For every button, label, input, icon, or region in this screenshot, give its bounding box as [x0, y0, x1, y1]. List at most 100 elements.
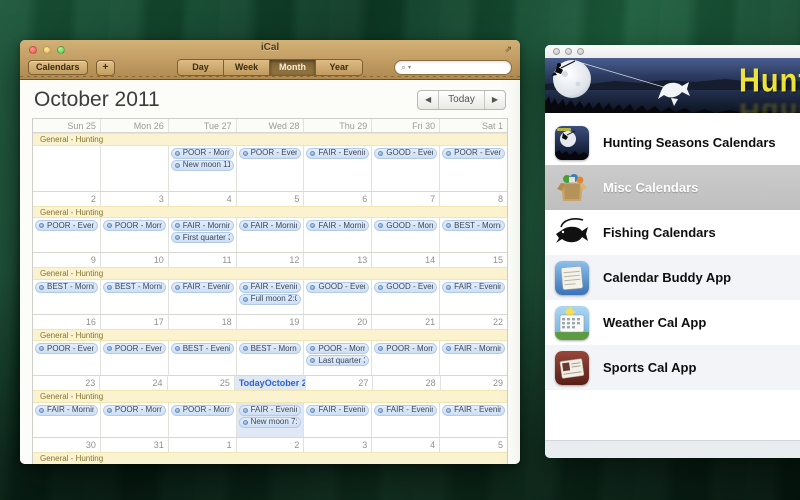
day-cell[interactable]: FAIR - Evening	[440, 280, 507, 314]
event-pill[interactable]: BEST - Evening	[171, 343, 234, 354]
day-cell[interactable]: POOR - Morning	[101, 218, 169, 252]
next-month-button[interactable]: ▶	[485, 91, 505, 109]
day-cell[interactable]: POOR - Evening	[33, 341, 101, 375]
event-pill[interactable]: POOR - Evening	[35, 343, 98, 354]
event-pill[interactable]: POOR - Morning	[171, 148, 234, 159]
date-number[interactable]: 10	[101, 253, 169, 267]
event-pill[interactable]: FAIR - Evening	[306, 148, 369, 159]
event-pill[interactable]: New moon 11:09am	[171, 160, 234, 171]
event-pill[interactable]: FAIR - Evening	[239, 282, 302, 293]
date-number[interactable]: 11	[169, 253, 237, 267]
day-cell[interactable]: FAIR - Evening	[372, 403, 440, 437]
day-cell[interactable]: FAIR - Evening	[304, 403, 372, 437]
date-number[interactable]: 22	[440, 315, 507, 329]
allday-event-banner[interactable]: General - Hunting	[33, 267, 507, 280]
day-cell[interactable]: POOR - Evening	[440, 146, 507, 191]
list-item-hunting-seasons[interactable]: Hunting Seasons Calendars	[545, 120, 800, 165]
event-pill[interactable]: POOR - Morning	[103, 220, 166, 231]
fullscreen-icon[interactable]: ⇗	[504, 44, 512, 55]
day-cell[interactable]: FAIR - Evening	[169, 280, 237, 314]
tab-year[interactable]: Year	[316, 60, 362, 75]
event-pill[interactable]: BEST - Morning	[442, 220, 505, 231]
event-pill[interactable]: GOOD - Evening	[306, 282, 369, 293]
date-number[interactable]: 7	[372, 192, 440, 206]
day-cell[interactable]: BEST - Evening	[169, 341, 237, 375]
date-number[interactable]: 2	[237, 438, 305, 452]
zoom-button[interactable]	[57, 46, 65, 54]
date-number[interactable]: 2	[33, 192, 101, 206]
today-button[interactable]: Today	[439, 91, 485, 109]
date-number[interactable]: 9	[33, 253, 101, 267]
day-cell[interactable]: GOOD - Morning	[372, 218, 440, 252]
allday-event-banner[interactable]: General - Hunting	[33, 133, 507, 146]
date-number[interactable]: 16	[33, 315, 101, 329]
today-date-label[interactable]: TodayOctober 26	[235, 376, 306, 390]
event-pill[interactable]: FAIR - Morning	[442, 343, 505, 354]
day-cell[interactable]: POOR - Evening	[33, 218, 101, 252]
close-button[interactable]	[29, 46, 37, 54]
event-pill[interactable]: POOR - Evening	[103, 343, 166, 354]
minimize-button[interactable]	[43, 46, 51, 54]
event-pill[interactable]: FAIR - Evening	[442, 405, 505, 416]
calendars-button[interactable]: Calendars	[28, 60, 88, 75]
event-pill[interactable]: FAIR - Evening	[374, 405, 437, 416]
date-number[interactable]: 4	[372, 438, 440, 452]
day-cell[interactable]: GOOD - Evening	[372, 280, 440, 314]
tab-week[interactable]: Week	[224, 60, 270, 75]
day-cell[interactable]: BEST - Morning	[237, 341, 305, 375]
date-number[interactable]: 12	[237, 253, 305, 267]
event-pill[interactable]: Full moon 2:06am	[239, 294, 302, 305]
event-pill[interactable]: FAIR - Morning	[171, 220, 234, 231]
date-number[interactable]: 19	[237, 315, 305, 329]
event-pill[interactable]: FAIR - Evening	[306, 405, 369, 416]
zoom-button-inactive[interactable]	[577, 48, 584, 55]
event-pill[interactable]: POOR - Morning	[374, 343, 437, 354]
day-cell[interactable]: POOR - Morning	[101, 403, 169, 437]
date-number[interactable]: 5	[237, 192, 305, 206]
day-cell[interactable]: POOR - Evening	[101, 341, 169, 375]
day-cell[interactable]	[101, 146, 169, 191]
date-number[interactable]: 6	[304, 192, 372, 206]
day-cell[interactable]: POOR - Evening	[237, 146, 305, 191]
date-number[interactable]: 15	[440, 253, 507, 267]
date-number[interactable]: 14	[372, 253, 440, 267]
prev-month-button[interactable]: ◀	[418, 91, 439, 109]
date-number[interactable]: 4	[169, 192, 237, 206]
date-number[interactable]: 28	[373, 376, 440, 390]
day-cell[interactable]: FAIR - Morning	[237, 218, 305, 252]
day-cell[interactable]: GOOD - Evening	[304, 280, 372, 314]
allday-event-banner[interactable]: General - Hunting	[33, 329, 507, 342]
list-item-calendar-buddy[interactable]: Calendar Buddy App	[545, 255, 800, 300]
date-number[interactable]: 1	[169, 438, 237, 452]
event-pill[interactable]: FAIR - Evening	[239, 405, 302, 416]
date-number[interactable]: 24	[100, 376, 167, 390]
event-pill[interactable]: POOR - Evening	[442, 148, 505, 159]
list-item-misc-calendars[interactable]: Misc Calendars	[545, 165, 800, 210]
date-number[interactable]: 31	[101, 438, 169, 452]
day-cell[interactable]: FAIR - Morning	[304, 218, 372, 252]
day-cell[interactable]: BEST - Morning	[33, 280, 101, 314]
date-number[interactable]: 18	[169, 315, 237, 329]
date-number[interactable]: 27	[306, 376, 373, 390]
event-pill[interactable]: POOR - Evening	[35, 220, 98, 231]
allday-event-banner[interactable]: General - Hunting	[33, 452, 507, 464]
day-cell[interactable]: POOR - Morning	[169, 403, 237, 437]
allday-event-banner[interactable]: General - Hunting	[33, 390, 507, 403]
event-pill[interactable]: GOOD - Evening	[374, 282, 437, 293]
date-number[interactable]: 25	[168, 376, 235, 390]
event-pill[interactable]: FAIR - Evening	[171, 282, 234, 293]
search-input[interactable]: ⌕ ▾	[394, 60, 512, 75]
date-number[interactable]: 5	[440, 438, 507, 452]
minimize-button-inactive[interactable]	[565, 48, 572, 55]
date-number[interactable]: 13	[304, 253, 372, 267]
event-pill[interactable]: GOOD - Morning	[374, 220, 437, 231]
event-pill[interactable]: FAIR - Morning	[239, 220, 302, 231]
add-calendar-button[interactable]: +	[96, 60, 116, 76]
event-pill[interactable]: FAIR - Morning	[306, 220, 369, 231]
event-pill[interactable]: FAIR - Evening	[442, 282, 505, 293]
date-number[interactable]: 30	[33, 438, 101, 452]
event-pill[interactable]: FAIR - Morning	[35, 405, 98, 416]
event-pill[interactable]: POOR - Evening	[239, 148, 302, 159]
day-cell[interactable]	[33, 146, 101, 191]
day-cell[interactable]: FAIR - Evening	[304, 146, 372, 191]
